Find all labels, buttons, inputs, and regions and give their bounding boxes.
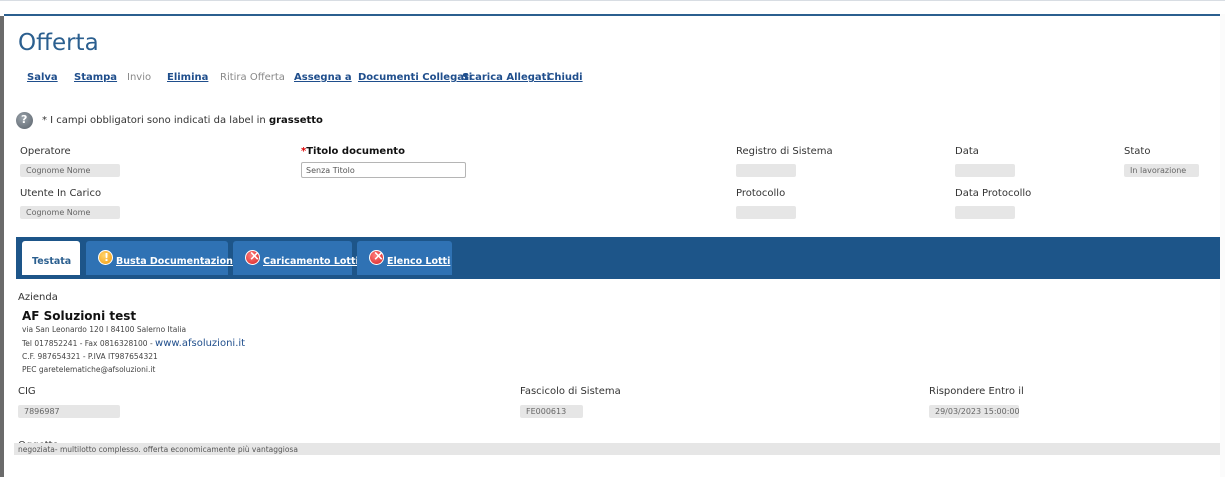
note-text: * I campi obbligatori sono indicati da l… bbox=[42, 115, 266, 126]
azienda-website-link[interactable]: www.afsoluzioni.it bbox=[155, 338, 245, 349]
note-bold: grassetto bbox=[268, 115, 323, 126]
tab-strip: Testata Busta Documentazione Caricamento… bbox=[16, 237, 1225, 279]
titolo-input[interactable]: Senza Titolo bbox=[301, 162, 466, 178]
tab-caricamento-lotti[interactable]: Caricamento Lotti bbox=[233, 241, 359, 275]
azienda-cf: C.F. 987654321 - P.IVA IT987654321 bbox=[22, 352, 158, 361]
fascicolo-field: FE000613 bbox=[520, 405, 583, 418]
warning-icon bbox=[98, 250, 113, 265]
tab-testata-label: Testata bbox=[32, 256, 72, 267]
top-border bbox=[0, 0, 1225, 1]
save-button[interactable]: Salva bbox=[27, 72, 58, 83]
tab-busta-label: Busta Documentazione bbox=[116, 256, 240, 267]
stato-label: Stato bbox=[1124, 146, 1151, 157]
azienda-tel: Tel 017852241 - Fax 0816328100 - bbox=[22, 339, 156, 348]
error-icon bbox=[369, 249, 384, 265]
help-icon[interactable] bbox=[16, 112, 33, 129]
protocollo-field bbox=[736, 206, 796, 219]
assign-to-button[interactable]: Assegna a bbox=[294, 72, 352, 83]
azienda-pec: PEC garetelematiche@afsoluzioni.it bbox=[22, 365, 156, 374]
data-label: Data bbox=[955, 146, 979, 157]
operatore-label: Operatore bbox=[20, 146, 71, 157]
titolo-label: *Titolo documento bbox=[301, 146, 405, 157]
page-title: Offerta bbox=[18, 30, 99, 56]
download-attachments-button[interactable]: Scarica Allegati bbox=[462, 72, 550, 83]
azienda-address: via San Leonardo 120 I 84100 Salerno Ita… bbox=[22, 325, 187, 334]
titolo-label-text: Titolo documento bbox=[306, 146, 405, 157]
close-button[interactable]: Chiudi bbox=[547, 72, 583, 83]
rispondere-field: 29/03/2023 15:00:00 bbox=[929, 405, 1020, 418]
cig-label: CIG bbox=[18, 386, 36, 397]
azienda-label: Azienda bbox=[18, 292, 58, 303]
operatore-field: Cognome Nome bbox=[20, 164, 120, 177]
print-button[interactable]: Stampa bbox=[74, 72, 117, 83]
protocollo-label: Protocollo bbox=[736, 188, 786, 199]
scrollbar[interactable] bbox=[1220, 14, 1225, 477]
data-protocollo-field bbox=[955, 206, 1015, 219]
stato-field: In lavorazione bbox=[1124, 164, 1199, 177]
fascicolo-label: Fascicolo di Sistema bbox=[520, 386, 621, 397]
error-icon bbox=[245, 249, 260, 265]
tab-testata[interactable]: Testata bbox=[22, 241, 80, 275]
send-button[interactable]: Invio bbox=[127, 72, 151, 83]
rispondere-label: Rispondere Entro il bbox=[929, 386, 1024, 397]
delete-button[interactable]: Elimina bbox=[167, 72, 208, 83]
withdraw-offer-button[interactable]: Ritira Offerta bbox=[220, 72, 285, 83]
cig-field: 7896987 bbox=[18, 405, 120, 418]
tab-elenco-lotti[interactable]: Elenco Lotti bbox=[357, 241, 452, 275]
tab-busta-documentazione[interactable]: Busta Documentazione bbox=[86, 241, 239, 275]
utente-label: Utente In Carico bbox=[20, 188, 102, 199]
azienda-contacts: Tel 017852241 - Fax 0816328100 - www.afs… bbox=[22, 338, 245, 349]
azienda-name: AF Soluzioni test bbox=[22, 309, 137, 323]
data-protocollo-label: Data Protocollo bbox=[955, 188, 1032, 199]
tab-caricamento-label: Caricamento Lotti bbox=[263, 256, 359, 267]
data-field bbox=[955, 164, 1015, 177]
registro-label: Registro di Sistema bbox=[736, 146, 833, 157]
utente-field: Cognome Nome bbox=[20, 206, 120, 219]
registro-field bbox=[736, 164, 796, 177]
offerta-document: Offerta Salva Stampa Invio Elimina Ritir… bbox=[4, 14, 1225, 477]
tab-elenco-label: Elenco Lotti bbox=[387, 256, 451, 267]
oggetto-field: negoziata- multilotto complesso. offerta… bbox=[14, 443, 1220, 455]
linked-documents-button[interactable]: Documenti Collegati bbox=[358, 72, 472, 83]
